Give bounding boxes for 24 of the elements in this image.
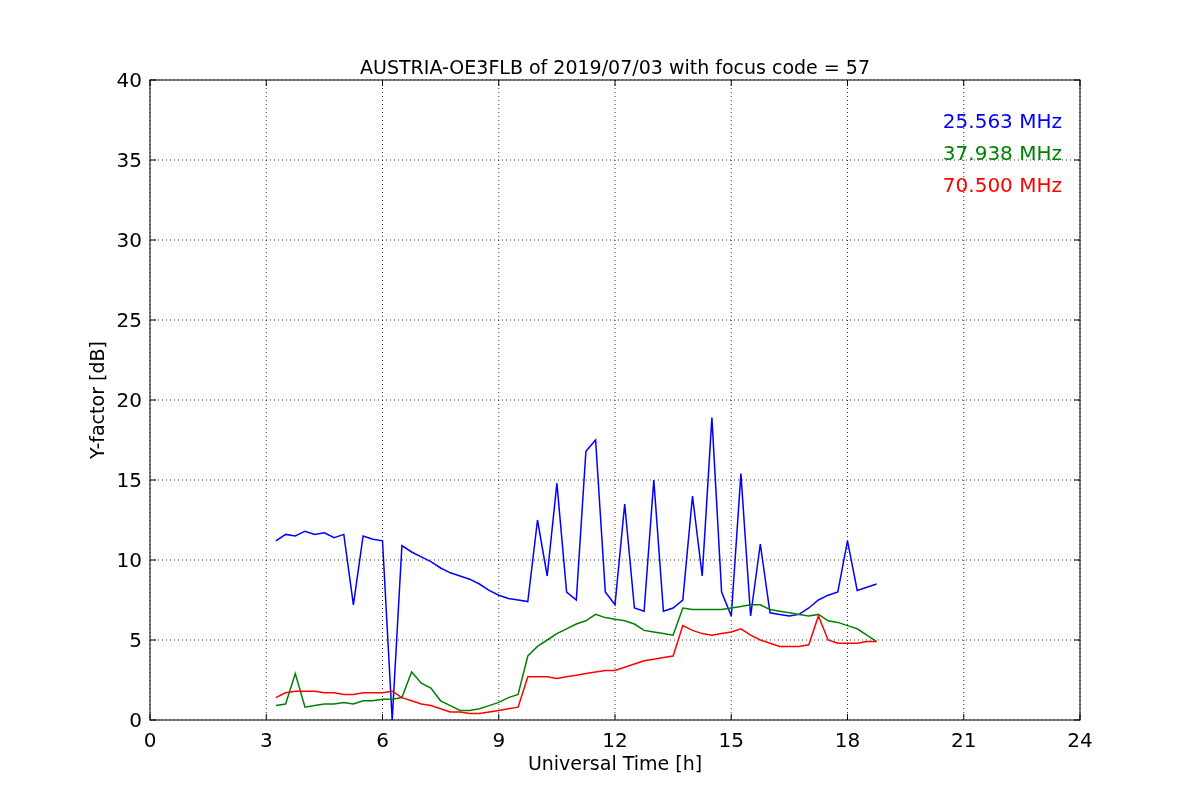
x-tick-label: 21 [951, 728, 977, 752]
legend-label: 25.563 MHz [942, 109, 1062, 133]
x-tick-label: 0 [143, 728, 157, 752]
y-tick-label: 40 [116, 68, 142, 92]
x-tick-label: 15 [718, 728, 744, 752]
y-tick-label: 15 [116, 468, 142, 492]
x-tick-label: 3 [259, 728, 273, 752]
y-tick-label: 20 [116, 388, 142, 412]
y-tick-label: 25 [116, 308, 142, 332]
legend-label: 70.500 MHz [942, 173, 1062, 197]
chart-title: AUSTRIA-OE3FLB of 2019/07/03 with focus code = 57 [360, 56, 870, 78]
x-tick-label: 6 [376, 728, 389, 752]
y-tick-label: 5 [129, 628, 142, 652]
y-tick-label: 35 [116, 148, 142, 172]
x-tick-label: 18 [834, 728, 861, 752]
y-tick-label: 30 [116, 228, 142, 252]
x-tick-label: 9 [492, 728, 506, 752]
x-tick-label: 12 [602, 728, 628, 752]
y-axis-label: Y-factor [dB] [86, 341, 108, 459]
x-axis-label: Universal Time [h] [527, 752, 703, 774]
x-tick-label: 24 [1067, 728, 1093, 752]
legend-label: 37.938 MHz [942, 141, 1062, 165]
y-tick-label: 10 [116, 548, 142, 572]
y-tick-label: 0 [129, 708, 142, 732]
